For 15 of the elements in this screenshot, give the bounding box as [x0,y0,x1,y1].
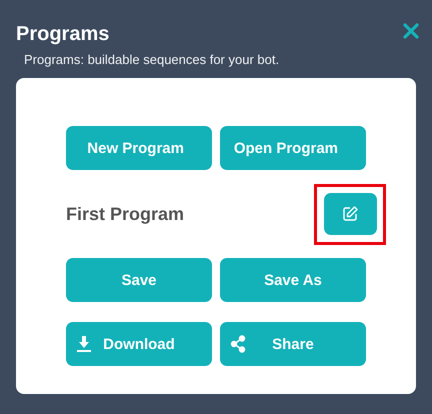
share-icon [230,335,246,353]
window-title: Programs [16,22,110,46]
window-subtitle: Programs: buildable sequences for your bot. [24,52,280,68]
program-button[interactable]: Save As [220,258,366,302]
program-button[interactable]: New Program [66,126,212,170]
edit-button[interactable] [324,193,376,235]
download-icon [76,335,92,353]
program-button[interactable]: Download [66,322,212,366]
program-button[interactable]: Share [220,322,366,366]
close-button[interactable] [402,22,420,40]
program-button[interactable]: Open Program [220,126,366,170]
edit-icon [341,205,359,223]
program-button[interactable]: Save [66,258,212,302]
close-icon [403,23,419,39]
program-name: First Program [66,204,184,224]
